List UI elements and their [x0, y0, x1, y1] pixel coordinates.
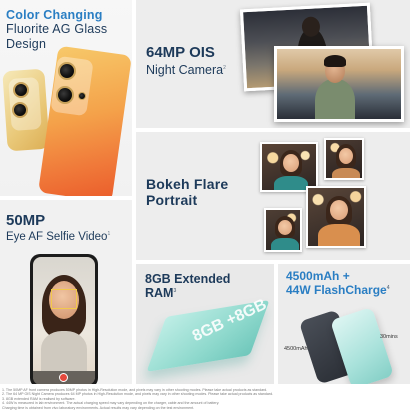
person-hair	[324, 55, 346, 67]
person-body	[41, 331, 87, 371]
battery-capacity-label: 4500mAh	[284, 346, 308, 352]
selfie-subtitle: Eye AF Selfie Video1	[6, 231, 110, 243]
footnote: Charging time is obtained from vivo labo…	[2, 405, 195, 410]
bokeh-photo	[264, 208, 302, 252]
night-subtitle: Night Camera2	[146, 63, 226, 77]
night-camera-card: 64MP OIS Night Camera2	[136, 0, 410, 128]
night-title: 64MP OIS	[146, 44, 215, 61]
color-title-line1: Color Changing	[6, 8, 103, 22]
footnotes: 1. The 50MP AF front camera produces 50M…	[2, 388, 408, 410]
selfie-sup: 1	[107, 231, 111, 238]
bokeh-title: Bokeh Flare Portrait	[146, 176, 228, 208]
ram-title-line2-text: RAM	[145, 286, 174, 301]
camera-lens	[56, 86, 74, 104]
color-changing-title: Color Changing Fluorite AG Glass Design	[6, 8, 107, 51]
selfie-phone	[30, 254, 98, 384]
night-photo-bright	[274, 46, 404, 122]
color-title-line3: Design	[6, 36, 47, 51]
battery-title-line1: 4500mAh +	[286, 269, 350, 283]
color-changing-card: Color Changing Fluorite AG Glass Design	[0, 0, 132, 196]
night-sup: 2	[223, 64, 226, 71]
selfie-screen	[33, 257, 95, 384]
camera-lens	[13, 82, 29, 98]
bokeh-photo	[306, 186, 366, 248]
charge-time-label: 30mins	[380, 334, 398, 340]
bokeh-photo	[260, 142, 318, 192]
person-body	[315, 79, 355, 119]
night-subtitle-text: Night Camera	[146, 63, 224, 77]
bokeh-title-line2: Portrait	[146, 192, 198, 209]
ram-title-line1: 8GB Extended	[145, 272, 231, 286]
selfie-title-main: 50MP	[6, 212, 46, 229]
bokeh-portrait-card: Bokeh Flare Portrait	[136, 132, 410, 260]
selfie-subtitle-text: Eye AF Selfie Video	[6, 231, 108, 243]
bokeh-title-line1: Bokeh Flare	[146, 176, 229, 192]
selfie-title: 50MP Eye AF Selfie Video1	[6, 212, 110, 243]
flash-icon	[78, 92, 86, 100]
record-button	[59, 373, 68, 382]
night-camera-title: 64MP OIS Night Camera2	[146, 44, 226, 77]
battery-title: 4500mAh + 44W FlashCharge4	[286, 269, 390, 298]
extended-ram-card: 8GB Extended RAM3 8GB +8GB	[136, 264, 274, 384]
selfie-video-card: 50MP Eye AF Selfie Video1	[0, 200, 132, 384]
battery-title-line2-text: 44W FlashCharge	[286, 282, 387, 297]
battery-title-line2: 44W FlashCharge4	[286, 282, 390, 298]
camera-lens	[58, 62, 76, 80]
ram-title: 8GB Extended RAM3	[145, 272, 230, 301]
color-title-line2: Fluorite AG Glass	[6, 22, 108, 37]
ram-sup: 3	[173, 288, 177, 295]
ram-title-line2: RAM3	[145, 286, 230, 300]
flashcharge-card: 4500mAh + 44W FlashCharge4 4500mAh 30min…	[278, 264, 410, 384]
bokeh-photo	[324, 138, 364, 180]
battery-sup: 4	[386, 284, 390, 291]
camera-lens	[12, 102, 28, 118]
eye-af-focus-frame	[51, 289, 77, 309]
